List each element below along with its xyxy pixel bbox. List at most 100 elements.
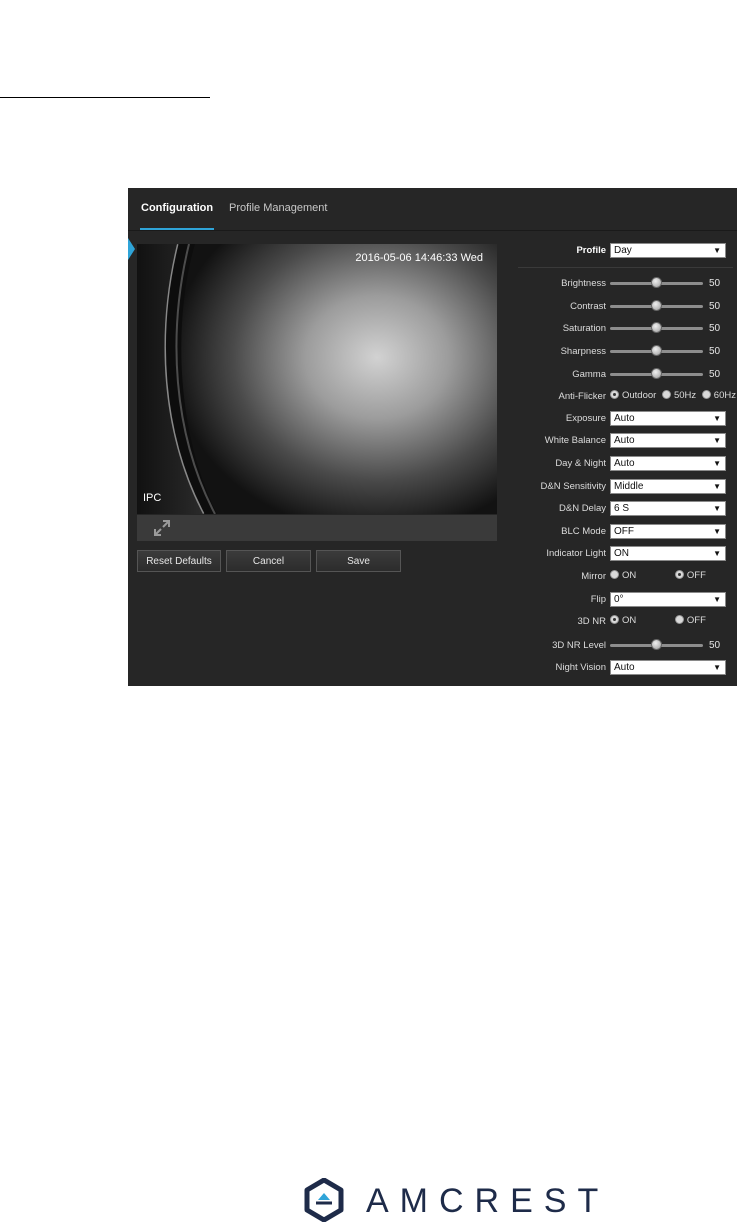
radio-label: 60Hz (713, 390, 736, 401)
anti-flicker-label: Anti-Flicker (558, 391, 606, 402)
exposure-label: Exposure (565, 413, 606, 424)
live-video-preview[interactable]: 2016-05-06 14:46:33 Wed IPC (137, 244, 497, 514)
caret-down-icon: ▼ (713, 663, 721, 672)
dn-sensitivity-select[interactable]: Middle ▼ (610, 479, 726, 494)
video-toolbar (137, 515, 497, 541)
day-night-select-value: Auto (614, 458, 635, 469)
profile-select[interactable]: Day ▼ (610, 243, 726, 258)
contrast-value: 50 (709, 301, 721, 312)
video-frame-image (137, 244, 497, 514)
3d-nr-level-value: 50 (709, 640, 721, 651)
white-balance-select[interactable]: Auto ▼ (610, 433, 726, 448)
3d-nr-level-slider[interactable]: 50 (610, 638, 720, 652)
contrast-slider[interactable]: 50 (610, 299, 720, 313)
night-vision-label: Night Vision (555, 662, 606, 673)
radio-button[interactable] (610, 615, 619, 624)
mirror-label: Mirror (581, 571, 606, 582)
radio-button[interactable] (610, 570, 619, 579)
caret-down-icon: ▼ (713, 482, 721, 491)
mirror-radio-group: ON OFF (610, 570, 706, 581)
slider-thumb[interactable] (650, 368, 662, 379)
brightness-slider[interactable]: 50 (610, 276, 720, 290)
side-arrow-marker (128, 238, 135, 260)
expand-arrows-icon[interactable] (153, 519, 171, 537)
top-rule (0, 97, 210, 98)
radio-label: Outdoor (622, 390, 657, 401)
blc-mode-select[interactable]: OFF ▼ (610, 524, 726, 539)
setting-row-indicator-light: Indicator Light ON ▼ (524, 546, 734, 562)
day-night-label: Day & Night (555, 458, 606, 469)
anti-flicker-option-outdoor[interactable]: Outdoor (610, 390, 656, 401)
saturation-label: Saturation (562, 323, 606, 334)
gamma-slider[interactable]: 50 (610, 367, 720, 381)
slider-thumb[interactable] (650, 277, 662, 288)
caret-down-icon: ▼ (713, 436, 721, 445)
amcrest-logo: AMCREST (304, 1176, 634, 1224)
anti-flicker-option-60hz[interactable]: 60Hz (701, 390, 736, 401)
setting-row-white-balance: White Balance Auto ▼ (524, 433, 734, 449)
slider-thumb[interactable] (650, 345, 662, 356)
radio-button[interactable] (661, 390, 671, 399)
sharpness-slider[interactable]: 50 (610, 344, 720, 358)
contrast-label: Contrast (570, 301, 606, 312)
slider-thumb[interactable] (650, 322, 662, 333)
saturation-slider[interactable]: 50 (610, 321, 720, 335)
video-channel-name-overlay: IPC (143, 492, 162, 504)
dn-delay-select-value: 6 S (614, 503, 630, 514)
white-balance-label: White Balance (544, 435, 606, 446)
dn-sensitivity-label: D&N Sensitivity (540, 481, 606, 492)
3d-nr-label: 3D NR (577, 616, 606, 627)
tab-profile-management[interactable]: Profile Management (229, 202, 327, 214)
setting-row-night-vision: Night Vision Auto ▼ (524, 660, 734, 676)
exposure-select-value: Auto (614, 413, 635, 424)
setting-row-mirror: Mirror ON OFF (524, 569, 734, 585)
mirror-option-off[interactable]: OFF (674, 570, 706, 581)
slider-thumb[interactable] (650, 300, 662, 311)
radio-button[interactable] (674, 570, 684, 579)
white-balance-select-value: Auto (614, 435, 635, 446)
radio-button[interactable] (674, 615, 684, 624)
radio-label: OFF (686, 615, 706, 626)
setting-row-3d-nr: 3D NR ON OFF (524, 614, 734, 630)
profile-select-value: Day (614, 245, 632, 256)
radio-label: 50Hz (673, 390, 697, 401)
settings-divider (518, 267, 733, 268)
3d-nr-option-on[interactable]: ON (610, 615, 636, 626)
caret-down-icon: ▼ (713, 246, 721, 255)
setting-row-blc-mode: BLC Mode OFF ▼ (524, 524, 734, 540)
3d-nr-level-label: 3D NR Level (552, 640, 606, 651)
night-vision-select-value: Auto (614, 662, 635, 673)
reset-defaults-button[interactable]: Reset Defaults (137, 550, 221, 572)
exposure-select[interactable]: Auto ▼ (610, 411, 726, 426)
setting-row-sharpness: Sharpness 50 (524, 344, 734, 360)
dn-delay-label: D&N Delay (559, 503, 606, 514)
radio-button[interactable] (610, 390, 619, 399)
anti-flicker-option-50hz[interactable]: 50Hz (661, 390, 697, 401)
flip-select-value: 0° (614, 594, 624, 605)
slider-thumb[interactable] (650, 639, 662, 650)
mirror-option-on[interactable]: ON (610, 570, 636, 581)
cancel-button[interactable]: Cancel (226, 550, 311, 572)
night-vision-select[interactable]: Auto ▼ (610, 660, 726, 675)
indicator-light-select-value: ON (614, 548, 629, 559)
3d-nr-option-off[interactable]: OFF (674, 615, 706, 626)
setting-row-contrast: Contrast 50 (524, 299, 734, 315)
setting-row-dn-sensitivity: D&N Sensitivity Middle ▼ (524, 479, 734, 495)
flip-select[interactable]: 0° ▼ (610, 592, 726, 607)
indicator-light-select[interactable]: ON ▼ (610, 546, 726, 561)
day-night-select[interactable]: Auto ▼ (610, 456, 726, 471)
dn-sensitivity-select-value: Middle (614, 481, 644, 492)
caret-down-icon: ▼ (713, 414, 721, 423)
setting-row-day-night: Day & Night Auto ▼ (524, 456, 734, 472)
dn-delay-select[interactable]: 6 S ▼ (610, 501, 726, 516)
amcrest-hexagon-logo-icon (304, 1178, 344, 1222)
setting-row-exposure: Exposure Auto ▼ (524, 411, 734, 427)
radio-button[interactable] (701, 390, 711, 399)
setting-row-anti-flicker: Anti-Flicker Outdoor 50Hz 60Hz (524, 389, 736, 405)
tab-configuration[interactable]: Configuration (141, 202, 213, 214)
flip-label: Flip (590, 594, 606, 605)
save-button[interactable]: Save (316, 550, 401, 572)
caret-down-icon: ▼ (713, 504, 721, 513)
indicator-light-label: Indicator Light (546, 548, 606, 559)
gamma-value: 50 (709, 369, 721, 380)
